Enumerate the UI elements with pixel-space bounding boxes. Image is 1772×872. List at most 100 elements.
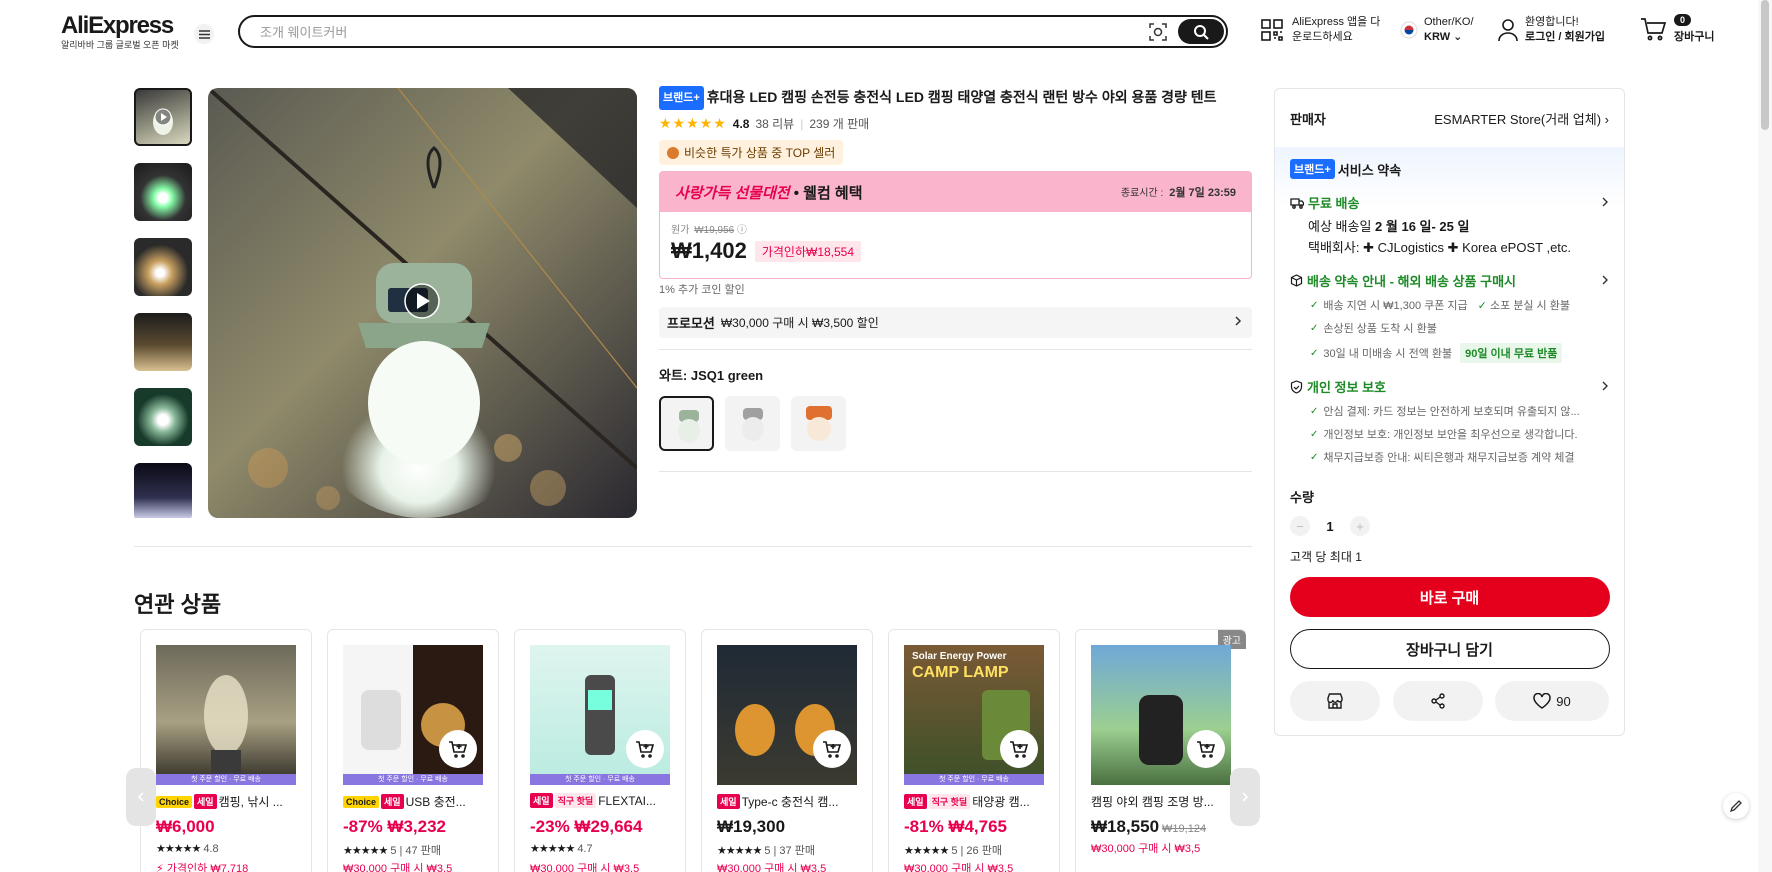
seller-row[interactable]: 판매자 ESMARTER Store(거래 업체) › — [1275, 89, 1624, 147]
svg-text:CAMP LAMP: CAMP LAMP — [912, 664, 1009, 681]
buy-now-button[interactable]: 바로 구매 — [1289, 577, 1610, 617]
quantity-value[interactable]: 1 — [1310, 519, 1350, 534]
promotion-label: 프로모션 — [667, 316, 715, 331]
purchase-panel: 판매자 ESMARTER Store(거래 업체) › 브랜드+ 서비스 약속 무… — [1274, 88, 1625, 736]
card-rating: ★★★★★ 5 | 26 판매 — [904, 845, 1002, 857]
share-icon — [1430, 693, 1445, 709]
section-divider — [134, 546, 1252, 547]
first-order-band: 첫 주문 할인 · 무료 배송 — [156, 774, 296, 785]
seller-label: 판매자 — [1290, 111, 1326, 127]
thumbnail-image[interactable] — [134, 313, 192, 371]
sold-count: 239 개 판매 — [809, 117, 870, 131]
chevron-right-icon — [1602, 275, 1608, 285]
card-price: -81% ₩4,765 — [904, 817, 1007, 836]
deal-title: 사랑가득 선물대전 • 웰컴 혜택 — [675, 184, 863, 202]
wishlist-count: 90 — [1556, 693, 1571, 709]
first-order-band: 첫 주문 할인 · 무료 배송 — [904, 774, 1044, 785]
add-to-cart-icon[interactable] — [1000, 730, 1038, 768]
account-menu[interactable]: 환영합니다! 로그인 / 회원가입 — [1497, 15, 1605, 45]
quantity-stepper: − 1 + — [1290, 516, 1609, 536]
thumbnail-image[interactable] — [134, 388, 192, 446]
privacy-item: 개인정보 보호: 개인정보 보안을 최우선으로 생각합니다. — [1310, 426, 1609, 442]
app-line2: 운로드하세요 — [1292, 31, 1353, 43]
search-icon — [1194, 24, 1209, 40]
thumbnail-image[interactable] — [134, 238, 192, 296]
privacy-section[interactable]: 개인 정보 보호 안심 결제: 카드 정보는 안전하게 보호되며 유출되지 않.… — [1290, 377, 1609, 465]
add-to-cart-icon[interactable] — [626, 730, 664, 768]
quantity-increase-button[interactable]: + — [1350, 516, 1370, 536]
deal-end-time: 종료시간 :2월 7일 23:59 — [1120, 187, 1236, 199]
promotion-row[interactable]: 프로모션 ₩30,000 구매 시 ₩3,500 할인 — [659, 307, 1252, 338]
thumbnail-video[interactable] — [134, 88, 192, 146]
share-button[interactable] — [1392, 681, 1483, 721]
quantity-decrease-button[interactable]: − — [1290, 516, 1310, 536]
card-rating: ★★★★★ 5 | 37 판매 — [717, 845, 815, 857]
chevron-right-icon — [1602, 381, 1608, 391]
thumbnail-list — [134, 88, 194, 518]
currency-label: KRW ⌄ — [1424, 31, 1463, 43]
menu-icon[interactable] — [194, 24, 214, 44]
add-to-cart-icon[interactable] — [439, 730, 477, 768]
box-icon — [1290, 274, 1303, 287]
card-price: ₩18,550 ₩19,124 — [1091, 817, 1207, 836]
chevron-right-icon — [1602, 197, 1608, 207]
product-card[interactable]: 첫 주문 할인 · 무료 배송 Choice 세일 캠핑, 낚시 ... ₩6,00… — [140, 629, 312, 872]
variant-label: 와트: JSQ1 green — [659, 368, 764, 383]
product-info: 브랜드+ 휴대용 LED 캠핑 손전등 충전식 LED 캠핑 태양열 충전식 랜턴… — [659, 86, 1252, 472]
variant-gray[interactable] — [725, 396, 780, 451]
app-line1: AliExpress 앱을 다 — [1292, 16, 1381, 28]
login-link[interactable]: 로그인 / 회원가입 — [1525, 30, 1605, 45]
card-coupon: ⚡ 가격인하 ₩7,718 — [156, 863, 249, 872]
logo-subtitle: 알리바바 그룹 글로벌 오픈 마켓 — [61, 40, 179, 50]
card-price: ₩6,000 — [156, 817, 215, 836]
guarantee-item: 손상된 상품 도착 시 환불 — [1310, 320, 1609, 336]
aliexpress-logo[interactable]: AliExpress — [61, 12, 174, 40]
review-count[interactable]: 38 리뷰 — [755, 115, 794, 132]
product-card[interactable]: Solar Energy Power CAMP LAMP 첫 주문 할인 · 무료 … — [888, 629, 1060, 872]
rating-row: ★★★★★ 4.8 38 리뷰 | 239 개 판매 — [659, 115, 870, 132]
app-download[interactable]: AliExpress 앱을 다운로드하세요 — [1260, 15, 1380, 45]
add-to-cart-icon[interactable] — [813, 730, 851, 768]
add-to-cart-icon[interactable] — [1187, 730, 1225, 768]
product-card[interactable]: 첫 주문 할인 · 무료 배송 세일 직구 핫딜 FLEXTAI... -23% ₩… — [514, 629, 686, 872]
cart-button[interactable]: 0 장바구니 — [1640, 14, 1714, 44]
discount-badge: 가격인하₩18,554 — [754, 240, 862, 262]
product-card[interactable]: 첫 주문 할인 · 무료 배송 Choice 세일 USB 충전... -87% ₩… — [327, 629, 499, 872]
card-coupon: ₩30,000 구매 시 ₩3,5 — [343, 863, 453, 872]
coin-discount-text: 1% 추가 코인 할인 — [659, 284, 745, 296]
shipping-guarantee-section[interactable]: 배송 약속 안내 - 해외 배송 상품 구매시 배송 지연 시 ₩1,300 쿠… — [1290, 271, 1609, 363]
thumbnail-image[interactable] — [134, 163, 192, 221]
search-button[interactable] — [1178, 19, 1224, 44]
product-card[interactable]: 광고 캠핑 야외 캠핑 조명 방... ₩18,550 ₩19,124 ₩30,0… — [1075, 629, 1246, 872]
cart-icon — [1641, 18, 1666, 41]
promotion-text: ₩30,000 구매 시 ₩3,500 할인 — [720, 316, 879, 330]
rating-value: 4.8 — [732, 116, 750, 131]
carousel-prev-button[interactable] — [126, 768, 156, 826]
feedback-button[interactable] — [1723, 793, 1749, 819]
search-input[interactable] — [260, 23, 1110, 41]
card-title: Choice 세일 USB 충전... — [343, 793, 483, 810]
variant-orange[interactable] — [791, 396, 846, 451]
card-title: Choice 세일 캠핑, 낚시 ... — [156, 793, 296, 810]
store-icon — [1327, 693, 1343, 709]
cart-count-badge: 0 — [1674, 14, 1692, 26]
guarantee-item: 배송 지연 시 ₩1,300 쿠폰 지급✓ 소포 분실 시 환불 — [1310, 297, 1609, 313]
free-shipping-section[interactable]: 무료 배송 예상 배송일 2 월 16 일- 25 일 택배회사: ✚ CJLo… — [1290, 193, 1609, 257]
carousel-next-button[interactable] — [1230, 768, 1260, 826]
related-products-heading: 연관 상품 — [134, 592, 222, 617]
main-product-video[interactable] — [208, 88, 637, 518]
store-button[interactable] — [1290, 681, 1380, 721]
wishlist-button[interactable]: 90 — [1495, 681, 1609, 721]
page-scrollbar[interactable] — [1758, 0, 1772, 872]
related-products-carousel: 첫 주문 할인 · 무료 배송 Choice 세일 캠핑, 낚시 ... ₩6,00… — [140, 629, 1246, 872]
svg-text:Solar Energy Power: Solar Energy Power — [912, 651, 1007, 662]
add-to-cart-button[interactable]: 장바구니 담기 — [1289, 629, 1610, 669]
thumbnail-image[interactable] — [134, 463, 192, 518]
heart-icon — [1533, 693, 1552, 709]
image-search-icon[interactable] — [1148, 22, 1168, 42]
free-return-badge: 90일 이내 무료 반품 — [1460, 343, 1563, 363]
language-currency-selector[interactable]: Other/KO/KRW ⌄ — [1400, 15, 1474, 45]
seller-name: ESMARTER Store(거래 업체) › — [1434, 111, 1609, 127]
variant-green[interactable] — [659, 396, 714, 451]
product-card[interactable]: 세일 Type-c 충전식 캠... ₩19,300 ★★★★★ 5 | 37 판매… — [701, 629, 873, 872]
